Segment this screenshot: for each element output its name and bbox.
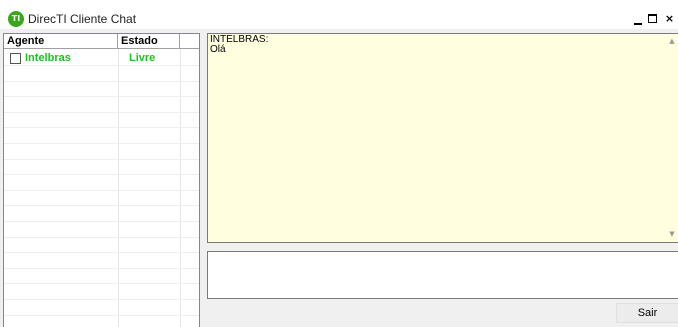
chat-text: Olá [210, 44, 226, 55]
grid-row-line [4, 299, 199, 300]
agent-list-header: Agente Estado [4, 34, 199, 49]
grid-row-line [4, 81, 199, 82]
app-logo-icon: TI [8, 11, 24, 27]
grid-row-line [4, 127, 199, 128]
minimize-icon [634, 23, 642, 25]
agent-row[interactable]: Intelbras Livre [4, 51, 194, 67]
maximize-icon [648, 14, 657, 23]
chat-history[interactable]: INTELBRAS: Olá ▲ ▼ [207, 33, 678, 243]
agent-checkbox[interactable] [10, 53, 21, 64]
grid-row-line [4, 112, 199, 113]
scroll-down-icon[interactable]: ▼ [666, 228, 678, 240]
grid-row-line [4, 283, 199, 284]
grid-lines [4, 49, 199, 327]
maximize-button[interactable] [647, 13, 660, 26]
chat-message: INTELBRAS: Olá [210, 35, 268, 55]
grid-divider [180, 49, 181, 327]
close-icon: × [664, 12, 675, 25]
agent-status: Livre [129, 52, 156, 64]
column-header-agente[interactable]: Agente [4, 34, 118, 49]
grid-row-line [4, 268, 199, 269]
grid-row-line [4, 221, 199, 222]
grid-row-line [4, 159, 199, 160]
grid-row-line [4, 174, 199, 175]
grid-row-line [4, 96, 199, 97]
grid-row-line [4, 252, 199, 253]
grid-divider [118, 49, 119, 327]
window-title: DirecTI Cliente Chat [28, 12, 137, 26]
grid-row-line [4, 315, 199, 316]
close-button[interactable]: × [663, 13, 676, 26]
grid-row-line [4, 205, 199, 206]
message-input[interactable] [207, 251, 678, 299]
title-bar: TI DirecTI Cliente Chat × [0, 0, 678, 29]
sair-button[interactable]: Sair [616, 303, 678, 323]
agent-list[interactable]: Agente Estado Intelbras Livre [3, 33, 200, 327]
agent-name: Intelbras [25, 52, 71, 64]
column-header-estado[interactable]: Estado [118, 34, 180, 49]
minimize-button[interactable] [632, 13, 645, 26]
grid-row-line [4, 143, 199, 144]
grid-row-line [4, 237, 199, 238]
column-header-empty[interactable] [180, 34, 199, 49]
grid-row-line [4, 190, 199, 191]
scroll-up-icon[interactable]: ▲ [666, 35, 678, 47]
